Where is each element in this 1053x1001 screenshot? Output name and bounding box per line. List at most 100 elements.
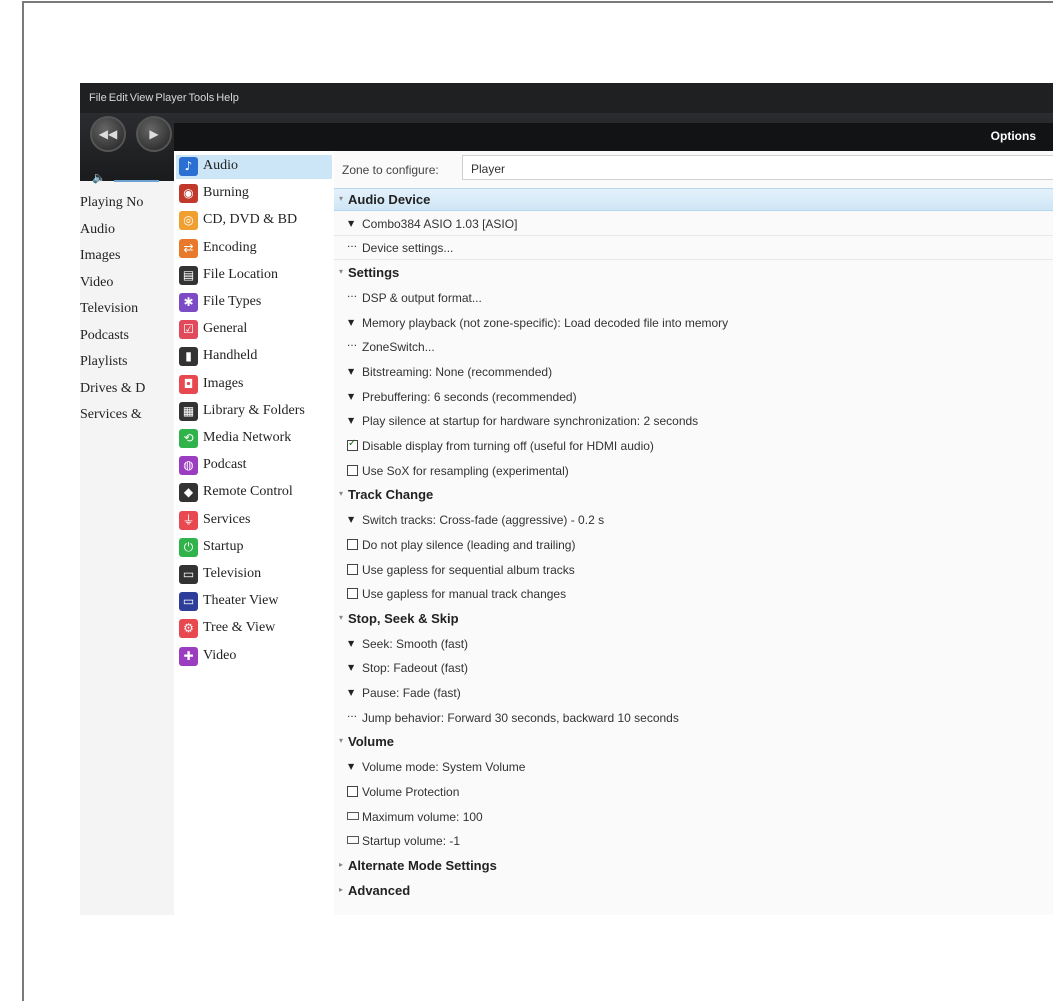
checkbox[interactable] — [347, 464, 358, 476]
setting-switch-tracks-cross-fade-aggressive-0-2-[interactable]: ▼ Switch tracks: Cross-fade (aggressive) … — [334, 509, 1053, 532]
setting-seek-smooth-fast[interactable]: ▼ Seek: Smooth (fast) — [334, 633, 1053, 656]
setting-label: Use SoX for resampling (experimental) — [362, 463, 569, 478]
category-handheld[interactable]: ▮ Handheld — [176, 345, 332, 369]
checkbox[interactable] — [347, 438, 358, 451]
category-video[interactable]: ✚ Video — [176, 645, 332, 669]
encoding-icon: ⇄ — [179, 238, 198, 258]
menu-item-tools[interactable]: Tools — [188, 92, 216, 104]
left-nav-item[interactable]: Video — [80, 275, 170, 302]
setting-pause-fade-fast[interactable]: ▼ Pause: Fade (fast) — [334, 682, 1053, 705]
setting-maximum-volume-100[interactable]: Maximum volume: 100 — [334, 806, 1053, 829]
setting-play-silence-at-startup-for-hardware-syn[interactable]: ▼ Play silence at startup for hardware sy… — [334, 410, 1053, 433]
category-startup[interactable]: ⏻ Startup — [176, 536, 332, 560]
setting-label: Combo384 ASIO 1.03 [ASIO] — [362, 216, 518, 231]
category-media-network[interactable]: ⟲ Media Network — [176, 427, 332, 451]
category-label: Burning — [203, 185, 249, 201]
section-advanced[interactable]: ▸ Advanced — [334, 880, 1053, 903]
expand-arrow-icon[interactable]: ▸ — [339, 885, 343, 894]
category-television[interactable]: ▭ Television — [176, 563, 332, 587]
setting-disable-display-from-turning-off-useful-[interactable]: Disable display from turning off (useful… — [334, 435, 1053, 458]
menu-item-player[interactable]: Player — [154, 92, 187, 104]
section-stop-seek-skip[interactable]: ▾ Stop, Seek & Skip — [334, 608, 1053, 631]
category-label: Library & Folders — [203, 402, 305, 418]
ellipsis-icon: … — [347, 338, 357, 350]
category-remote-control[interactable]: ◆ Remote Control — [176, 481, 332, 505]
volume-slider[interactable] — [114, 180, 159, 182]
setting-prebuffering-6-seconds-recommended[interactable]: ▼ Prebuffering: 6 seconds (recommended) — [334, 386, 1053, 409]
category-file-types[interactable]: ✱ File Types — [176, 291, 332, 315]
tv-icon: ▭ — [179, 565, 198, 584]
setting-use-sox-for-resampling-experimental[interactable]: Use SoX for resampling (experimental) — [334, 460, 1053, 483]
left-nav-item[interactable]: Images — [80, 248, 170, 275]
left-nav-item[interactable]: Television — [80, 301, 170, 328]
collapse-arrow-icon[interactable]: ▾ — [339, 613, 343, 622]
left-nav-item[interactable]: Podcasts — [80, 328, 170, 355]
collapse-arrow-icon[interactable]: ▾ — [339, 489, 343, 498]
chevron-down-icon: ▼ — [348, 317, 355, 327]
left-nav-item[interactable]: Playlists — [80, 354, 170, 381]
category-encoding[interactable]: ⇄ Encoding — [176, 237, 332, 261]
category-file-location[interactable]: ▤ File Location — [176, 264, 332, 288]
chevron-down-icon: ▼ — [348, 663, 355, 673]
setting-memory-playback-not-zone-specific-load-d[interactable]: ▼ Memory playback (not zone-specific): Lo… — [334, 312, 1053, 335]
category-label: Audio — [203, 158, 238, 173]
zone-select[interactable]: Player — [462, 155, 1053, 180]
checkbox[interactable] — [347, 785, 358, 797]
category-podcast[interactable]: ◍ Podcast — [176, 454, 332, 478]
left-nav-item[interactable]: Playing No — [80, 195, 170, 222]
zone-label: Zone to configure: — [342, 163, 439, 177]
section-alternate-mode-settings[interactable]: ▸ Alternate Mode Settings — [334, 855, 1053, 878]
setting-zoneswitch[interactable]: … ZoneSwitch... — [334, 336, 1053, 359]
category-tree-view[interactable]: ⚙ Tree & View — [176, 617, 332, 641]
setting-dsp-output-format[interactable]: … DSP & output format... — [334, 287, 1053, 310]
setting-jump-behavior-forward-30-seconds-backwar[interactable]: … Jump behavior: Forward 30 seconds, back… — [334, 707, 1053, 730]
category-label: Tree & View — [203, 620, 276, 636]
category-label: Media Network — [203, 430, 292, 445]
category-library-folders[interactable]: ▦ Library & Folders — [176, 400, 332, 424]
setting-startup-volume-1[interactable]: Startup volume: -1 — [334, 830, 1053, 853]
left-nav-item[interactable]: Audio — [80, 222, 170, 249]
category-burning[interactable]: ◉ Burning — [176, 182, 332, 206]
category-images[interactable]: ◘ Images — [176, 373, 332, 397]
menu-item-help[interactable]: Help — [215, 92, 240, 104]
setting-volume-mode-system-volume[interactable]: ▼ Volume mode: System Volume — [334, 756, 1053, 779]
setting-stop-fadeout-fast[interactable]: ▼ Stop: Fadeout (fast) — [334, 657, 1053, 680]
section-settings[interactable]: ▾ Settings — [334, 262, 1053, 285]
setting-do-not-play-silence-leading-and-trailing[interactable]: Do not play silence (leading and trailin… — [334, 534, 1053, 557]
setting-volume-protection[interactable]: Volume Protection — [334, 781, 1053, 804]
play-button[interactable]: ▶ — [136, 116, 172, 152]
left-nav-item[interactable]: Services & — [80, 407, 170, 434]
expand-arrow-icon[interactable]: ▸ — [339, 860, 343, 869]
section-track-change[interactable]: ▾ Track Change — [334, 484, 1053, 507]
setting-combo384-asio-1-03-asio[interactable]: ▼ Combo384 ASIO 1.03 [ASIO] — [334, 213, 1053, 236]
collapse-arrow-icon[interactable]: ▾ — [339, 736, 343, 745]
ellipsis-icon: … — [347, 708, 357, 720]
checkbox[interactable] — [347, 588, 358, 600]
category-general[interactable]: ☑ General — [176, 318, 332, 342]
menu-bar: File Edit View Player Tools Help — [80, 83, 1053, 113]
setting-use-gapless-for-manual-track-changes[interactable]: Use gapless for manual track changes — [334, 583, 1053, 606]
menu-item-edit[interactable]: Edit — [108, 92, 129, 104]
left-nav-item[interactable]: Drives & D — [80, 381, 170, 408]
section-audio-device[interactable]: ▾ Audio Device — [334, 188, 1053, 211]
collapse-arrow-icon[interactable]: ▾ — [339, 267, 343, 276]
category-audio[interactable]: ♪ Audio — [176, 155, 332, 179]
setting-label: Volume — [348, 734, 394, 750]
menu-item-view[interactable]: View — [129, 92, 155, 104]
menu-item-file[interactable]: File — [88, 92, 108, 104]
section-volume[interactable]: ▾ Volume — [334, 731, 1053, 754]
setting-bitstreaming-none-recommended[interactable]: ▼ Bitstreaming: None (recommended) — [334, 361, 1053, 384]
category-services[interactable]: ⏚ Services — [176, 509, 332, 533]
checkbox[interactable] — [347, 538, 358, 550]
checkbox[interactable] — [347, 563, 358, 575]
collapse-arrow-icon[interactable]: ▾ — [339, 194, 343, 203]
previous-button[interactable]: ◀◀ — [90, 116, 126, 152]
category-label: Podcast — [203, 457, 247, 473]
category-theater-view[interactable]: ▭ Theater View — [176, 590, 332, 614]
category-label: File Types — [203, 294, 262, 309]
setting-use-gapless-for-sequential-album-tracks[interactable]: Use gapless for sequential album tracks — [334, 559, 1053, 582]
setting-label: Track Change — [348, 487, 434, 503]
speaker-icon: 🔈 — [92, 172, 106, 184]
setting-device-settings[interactable]: … Device settings... — [334, 237, 1053, 261]
category-cd-dvd-bd[interactable]: ◎ CD, DVD & BD — [176, 209, 332, 233]
